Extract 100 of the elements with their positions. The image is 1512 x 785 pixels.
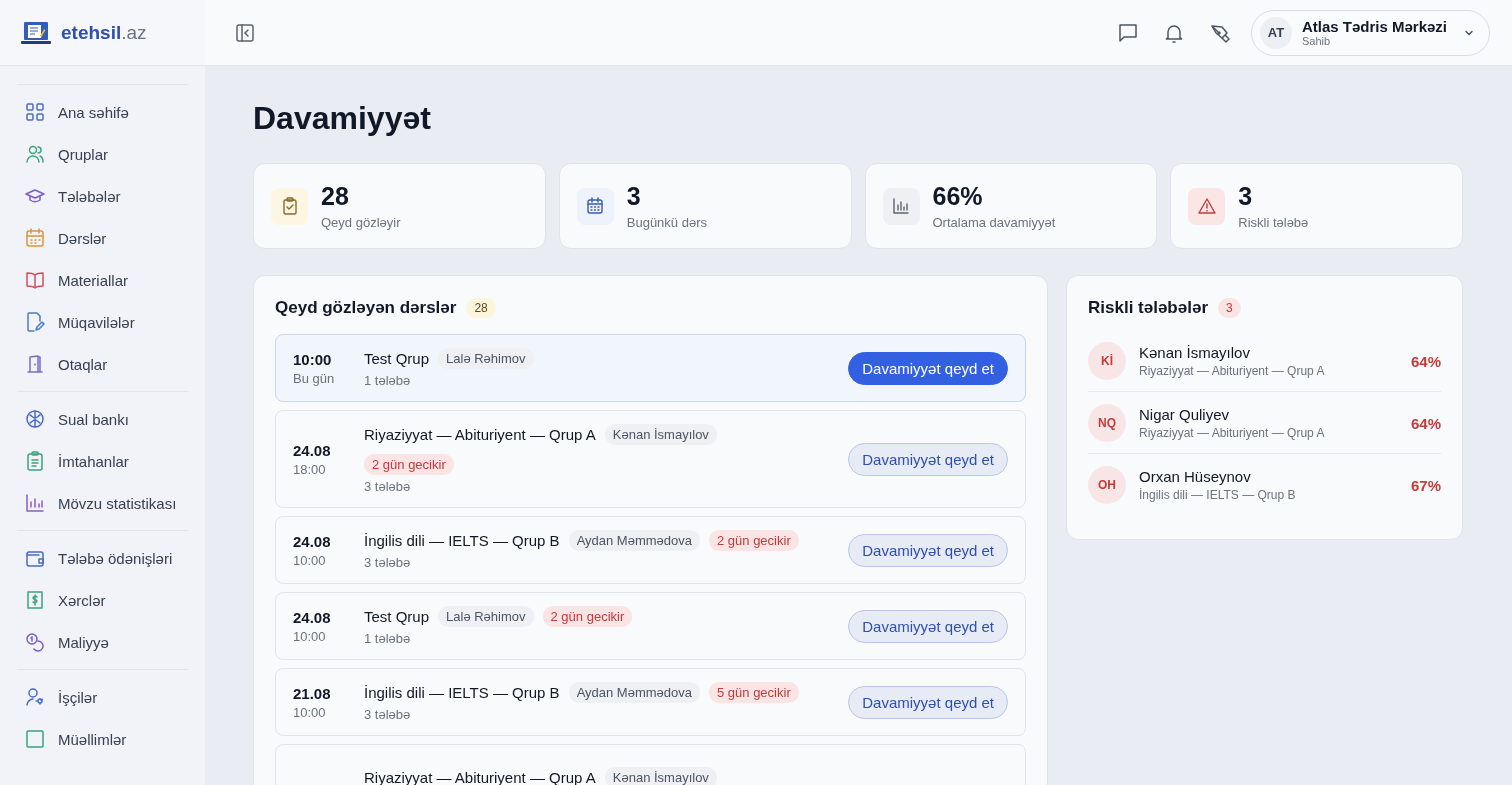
- laptop-logo-icon: [20, 19, 52, 46]
- teacher-tag: Lalə Rəhimov: [438, 606, 534, 627]
- nav-item[interactable]: Dərslər: [17, 217, 188, 259]
- nav-item[interactable]: Müəllimlər: [17, 718, 188, 760]
- panel-title: Qeyd gözləyən dərslər: [275, 298, 457, 318]
- user-gear-icon: [25, 687, 45, 707]
- sidebar-toggle-icon[interactable]: [235, 22, 255, 43]
- page-title: Davamiyyət: [253, 100, 432, 137]
- user-avatar: AT: [1259, 16, 1292, 49]
- student-group: Riyaziyyat — Abituriyent — Qrup A: [1139, 364, 1398, 378]
- stat-value: 28: [321, 182, 350, 211]
- attendance-percent: 67%: [1410, 476, 1441, 494]
- teacher-tag: Kənan İsmayılov: [604, 766, 717, 785]
- student-count: 1 tələbə: [364, 373, 412, 388]
- logo-text: etehsil.az: [61, 21, 147, 44]
- lesson-title: İngilis dili — IELTS — Qrup B: [364, 532, 560, 549]
- stat-value: 3: [1238, 182, 1254, 211]
- coins-icon: [25, 632, 45, 652]
- student-group: Riyaziyyat — Abituriyent — Qrup A: [1139, 426, 1398, 440]
- teacher-tag: Kənan İsmayılov: [604, 424, 717, 445]
- user-menu[interactable]: AT Atlas Tədris Mərkəzi Sahib: [1250, 9, 1490, 56]
- delay-tag: 5 gün gecikir: [709, 682, 799, 703]
- student-count: 3 tələbə: [364, 707, 412, 722]
- chat-icon[interactable]: [1116, 21, 1139, 44]
- lesson-title: İngilis dili — IELTS — Qrup B: [364, 684, 560, 701]
- stat-label: Riskli tələbə: [1238, 215, 1309, 230]
- nav-item[interactable]: Xərclər: [17, 579, 188, 621]
- mark-attendance-button[interactable]: Davamiyyət qeyd et: [848, 351, 1008, 385]
- lesson-date: 24.08: [293, 441, 332, 459]
- nav-item[interactable]: Müqavilələr: [17, 301, 188, 343]
- user-role: Sahib: [1301, 35, 1331, 47]
- delay-tag: 2 gün gecikir: [364, 454, 454, 475]
- delay-tag: 2 gün gecikir: [542, 606, 633, 627]
- student-name: Kənan İsmayılov: [1139, 344, 1251, 361]
- student-avatar: NQ: [1088, 404, 1126, 442]
- clipboard-icon: [25, 451, 45, 471]
- attendance-percent: 64%: [1410, 352, 1441, 370]
- count-badge: 28: [466, 298, 496, 318]
- dollar-icon: [25, 590, 45, 610]
- lesson-time: 10:00: [293, 552, 327, 568]
- lesson-date: 21.08: [293, 684, 332, 702]
- student-avatar: Kİ: [1088, 342, 1126, 380]
- panel-title: Riskli tələbələr: [1088, 298, 1208, 318]
- count-badge: 3: [1218, 298, 1241, 318]
- clipboard-check-icon: [280, 197, 299, 215]
- lesson-title: Riyaziyyat — Abituriyent — Qrup A: [364, 768, 596, 785]
- student-group: İngilis dili — IELTS — Qrup B: [1139, 488, 1398, 502]
- student-avatar: OH: [1088, 466, 1126, 504]
- lesson-title: Test Qrup: [364, 350, 430, 367]
- nav-item[interactable]: Ana səhifə: [17, 91, 188, 133]
- document-pen-icon: [25, 312, 45, 332]
- mark-attendance-button[interactable]: Davamiyyət qeyd et: [848, 442, 1008, 476]
- warning-icon: [1197, 197, 1216, 215]
- users-icon: [25, 144, 45, 164]
- lesson-time: Bu gün: [293, 370, 336, 386]
- stat-label: Ortalama davamiyyət: [932, 215, 1056, 230]
- lesson-time: 10:00: [293, 628, 327, 644]
- nav-item[interactable]: Maliyyə: [17, 621, 188, 663]
- calendar-icon: [25, 228, 45, 248]
- nav-item[interactable]: Tələbələr: [17, 175, 188, 217]
- stat-value: 3: [626, 182, 642, 211]
- lesson-title: Riyaziyyat — Abituriyent — Qrup A: [364, 426, 596, 443]
- stat-value: 66%: [932, 182, 984, 211]
- student-name: Nigar Quliyev: [1139, 406, 1231, 423]
- nav-item[interactable]: Materiallar: [17, 259, 188, 301]
- lesson-date: 24.08: [293, 532, 332, 550]
- nav-item[interactable]: Tələbə ödənişləri: [17, 537, 188, 579]
- teacher-tag: Aydan Məmmədova: [568, 530, 700, 551]
- nav-item[interactable]: Qruplar: [17, 133, 188, 175]
- teacher-tag: Lalə Rəhimov: [438, 348, 534, 369]
- book-icon: [25, 270, 45, 290]
- stat-label: Bugünkü dərs: [626, 215, 707, 230]
- teacher-tag: Aydan Məmmədova: [568, 682, 700, 703]
- lesson-date: 10:00: [293, 350, 333, 368]
- bar-chart-icon: [25, 493, 45, 513]
- delay-tag: 2 gün gecikir: [709, 530, 799, 551]
- student-count: 3 tələbə: [364, 555, 412, 570]
- user-name: Atlas Tədris Mərkəzi: [1301, 18, 1447, 35]
- mark-attendance-button[interactable]: Davamiyyət qeyd et: [848, 609, 1008, 643]
- nav-item[interactable]: İşçilər: [17, 676, 188, 718]
- attendance-percent: 64%: [1410, 414, 1441, 432]
- lesson-time: 10:00: [293, 704, 327, 720]
- wallet-icon: [25, 548, 45, 568]
- grid-icon: [25, 102, 45, 122]
- mark-attendance-button[interactable]: Davamiyyət qeyd et: [848, 533, 1008, 567]
- nav-item[interactable]: Otaqlar: [17, 343, 188, 385]
- student-count: 1 tələbə: [364, 631, 412, 646]
- nav-item[interactable]: İmtahanlar: [17, 440, 188, 482]
- lesson-date: 24.08: [293, 608, 332, 626]
- door-icon: [25, 354, 45, 374]
- student-count: 3 tələbə: [364, 479, 412, 494]
- bar-chart-icon: [892, 197, 910, 215]
- lesson-title: Test Qrup: [364, 608, 430, 625]
- mark-attendance-button[interactable]: Davamiyyət qeyd et: [848, 685, 1008, 719]
- nav-item[interactable]: Mövzu statistikası: [17, 482, 188, 524]
- lesson-time: 18:00: [293, 461, 327, 477]
- student-name: Orxan Hüseynov: [1139, 468, 1252, 485]
- stat-label: Qeyd gözləyir: [321, 215, 401, 230]
- calendar-icon: [586, 197, 605, 215]
- nav-item[interactable]: Sual bankı: [17, 398, 188, 440]
